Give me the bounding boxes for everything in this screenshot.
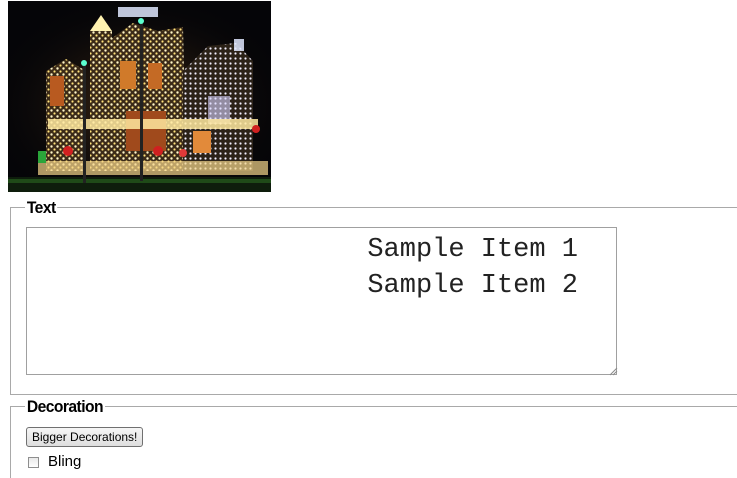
- resize-grip-icon[interactable]: [608, 366, 618, 376]
- decoration-legend: Decoration: [25, 397, 105, 416]
- text-legend: Text: [25, 198, 58, 217]
- text-fieldset: Text Sample Item 1 Sample Item 2: [10, 199, 737, 395]
- sample-items-textarea[interactable]: Sample Item 1 Sample Item 2: [26, 227, 617, 375]
- page: Text Sample Item 1 Sample Item 2 Decorat…: [0, 0, 737, 478]
- decoration-fieldset: Decoration Bigger Decorations! Bling: [10, 398, 737, 478]
- bigger-decorations-button[interactable]: Bigger Decorations!: [26, 427, 144, 447]
- bling-checkbox-row[interactable]: Bling: [28, 453, 81, 471]
- christmas-lights-house-image: [8, 1, 271, 192]
- bling-label[interactable]: Bling: [48, 453, 81, 471]
- bling-checkbox[interactable]: [28, 456, 39, 468]
